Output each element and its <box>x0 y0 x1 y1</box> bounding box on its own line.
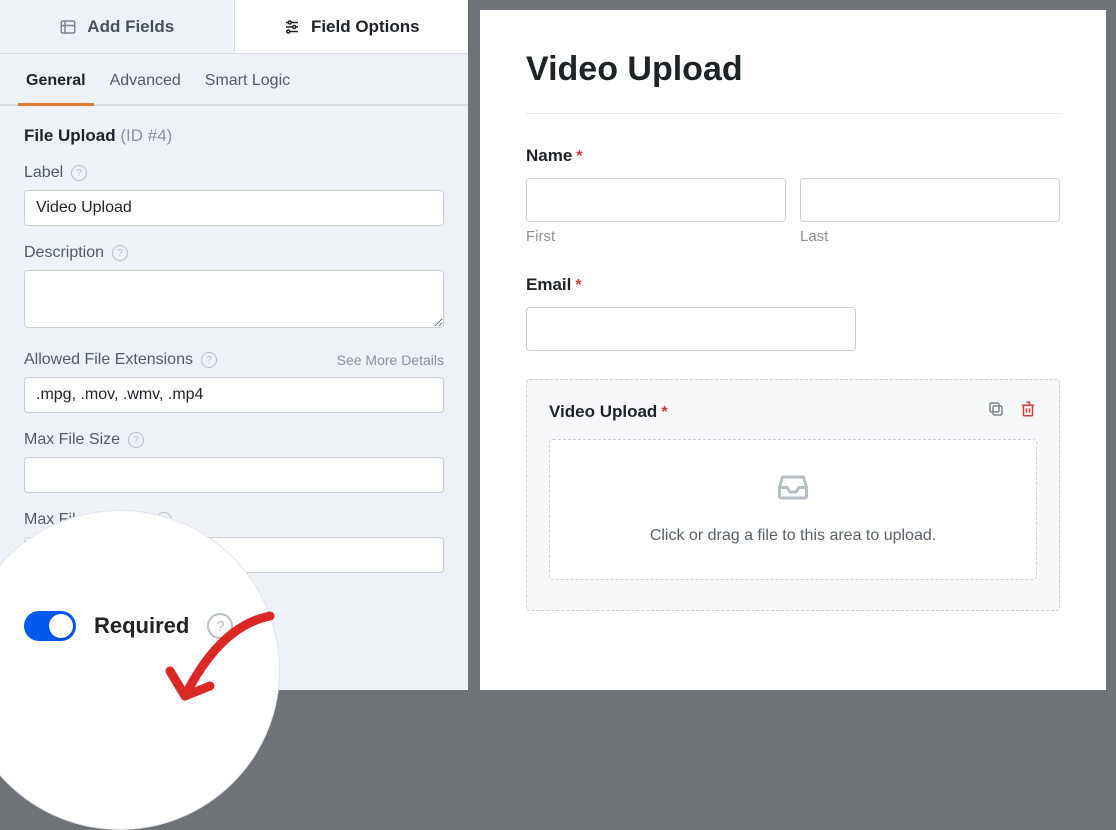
divider <box>526 113 1060 114</box>
field-heading: File Upload (ID #4) <box>24 126 444 146</box>
name-field: Name* First Last <box>526 146 1060 245</box>
field-id: (ID #4) <box>120 126 172 145</box>
label-text: Label <box>24 164 63 182</box>
help-icon[interactable]: ? <box>71 165 87 181</box>
subtab-advanced[interactable]: Advanced <box>98 54 193 104</box>
email-label: Email <box>526 275 571 294</box>
form-title: Video Upload <box>526 50 1060 89</box>
description-row: Description ? <box>24 244 444 262</box>
top-tabs: Add Fields Field Options <box>0 0 468 54</box>
help-icon[interactable]: ? <box>128 432 144 448</box>
preview-pane: Video Upload Name* First Last Email* <box>470 0 1116 690</box>
see-more-link[interactable]: See More Details <box>337 352 444 368</box>
tab-field-options-label: Field Options <box>311 17 420 37</box>
max-size-input[interactable] <box>24 457 444 493</box>
first-name-input[interactable] <box>526 178 786 222</box>
help-icon[interactable]: ? <box>201 352 217 368</box>
subtab-general[interactable]: General <box>14 54 98 104</box>
trash-icon[interactable] <box>1019 400 1037 423</box>
extensions-row: Allowed File Extensions ? See More Detai… <box>24 351 444 369</box>
sub-tabs: General Advanced Smart Logic <box>0 54 468 106</box>
email-field: Email* <box>526 275 1060 351</box>
duplicate-icon[interactable] <box>987 400 1005 423</box>
help-icon[interactable]: ? <box>112 245 128 261</box>
email-input[interactable] <box>526 307 856 351</box>
required-row: Required ? <box>24 611 444 641</box>
upload-label: Video Upload <box>549 402 657 421</box>
required-star: * <box>661 404 667 421</box>
dropzone-text: Click or drag a file to this area to upl… <box>650 527 936 545</box>
tab-add-fields-label: Add Fields <box>87 17 174 37</box>
form-preview: Video Upload Name* First Last Email* <box>480 10 1106 690</box>
last-name-input[interactable] <box>800 178 1060 222</box>
required-star: * <box>575 277 581 294</box>
name-label: Name <box>526 146 572 165</box>
field-type-name: File Upload <box>24 126 116 145</box>
dropzone[interactable]: Click or drag a file to this area to upl… <box>549 439 1037 580</box>
help-icon[interactable]: ? <box>207 613 233 639</box>
inbox-icon <box>772 468 814 509</box>
max-size-label: Max File Size <box>24 431 120 449</box>
tab-field-options[interactable]: Field Options <box>235 0 469 53</box>
description-input[interactable] <box>24 270 444 328</box>
options-body: File Upload (ID #4) Label ? Description … <box>0 106 468 690</box>
subtab-smart-logic[interactable]: Smart Logic <box>193 54 302 104</box>
form-icon <box>59 18 77 36</box>
first-sublabel: First <box>526 228 786 245</box>
required-toggle[interactable] <box>24 611 76 641</box>
required-star: * <box>576 148 582 165</box>
extensions-input[interactable] <box>24 377 444 413</box>
required-label: Required <box>94 613 189 639</box>
description-label: Description <box>24 244 104 262</box>
extensions-label: Allowed File Extensions <box>24 351 193 369</box>
last-sublabel: Last <box>800 228 1060 245</box>
sidebar-panel: Add Fields Field Options General Advance… <box>0 0 470 690</box>
max-size-row: Max File Size ? <box>24 431 444 449</box>
label-row: Label ? <box>24 164 444 182</box>
label-input[interactable] <box>24 190 444 226</box>
tab-add-fields[interactable]: Add Fields <box>0 0 235 53</box>
sliders-icon <box>283 18 301 36</box>
upload-field[interactable]: Video Upload* Click or drag a file to th… <box>526 379 1060 611</box>
